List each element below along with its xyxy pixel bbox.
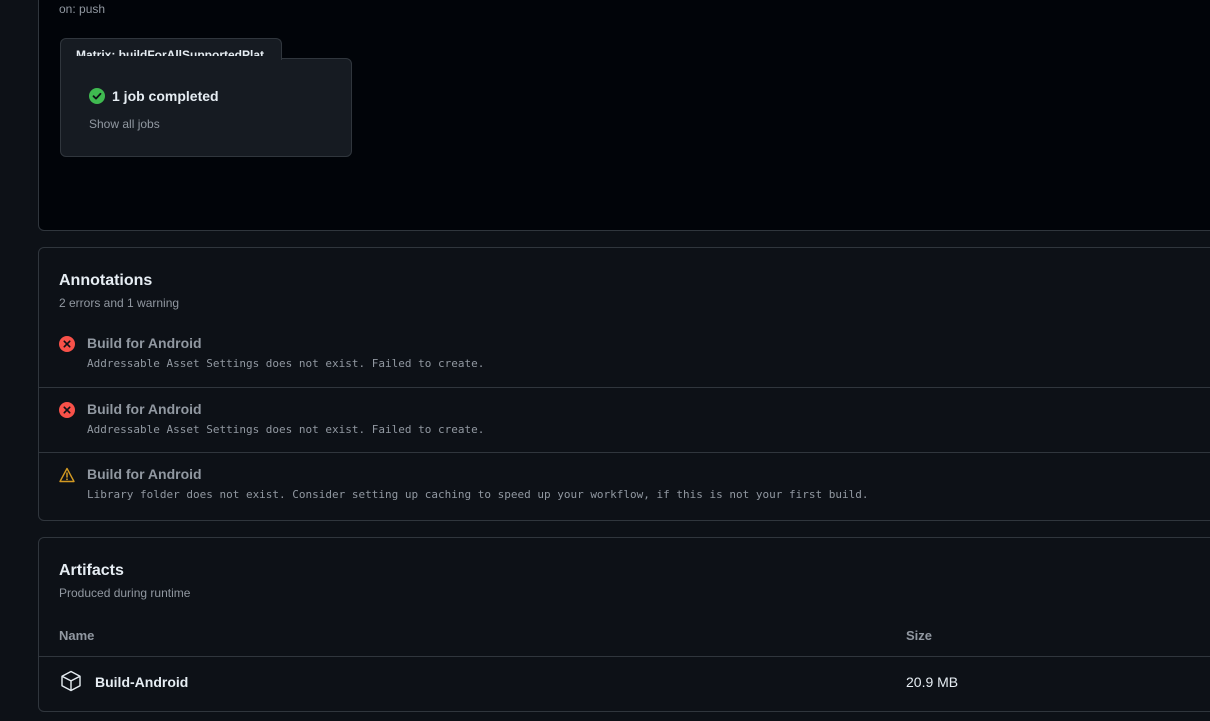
artifacts-title: Artifacts (59, 562, 124, 579)
annotations-subtitle: 2 errors and 1 warning (59, 296, 180, 310)
workflow-graph-panel: on: push 1 job completed Show all jobs M… (38, 0, 1210, 231)
artifact-size: 20.9 MB (906, 674, 959, 690)
column-header-size: Size (906, 628, 933, 643)
table-row[interactable]: Build-Android 20.9 MB (39, 657, 1210, 709)
job-status-label: 1 job completed (112, 88, 219, 104)
annotation-message: Addressable Asset Settings does not exis… (87, 357, 485, 370)
annotation-message: Addressable Asset Settings does not exis… (87, 423, 485, 436)
artifacts-subtitle: Produced during runtime (59, 586, 191, 600)
column-header-name: Name (59, 628, 95, 643)
job-status: 1 job completed (89, 88, 219, 104)
artifact-name-link[interactable]: Build-Android (95, 674, 188, 690)
x-circle-icon (59, 402, 75, 418)
artifacts-table-header: Name Size (39, 620, 1210, 657)
annotation-title[interactable]: Build for Android (87, 466, 202, 482)
annotation-item[interactable]: Build for Android Addressable Asset Sett… (39, 387, 1210, 452)
annotations-section: Annotations 2 errors and 1 warning Build… (38, 247, 1210, 521)
alert-triangle-icon (59, 467, 75, 483)
workflow-trigger: on: push (59, 2, 106, 16)
annotations-title: Annotations (59, 272, 153, 289)
annotation-title[interactable]: Build for Android (87, 335, 202, 351)
annotation-item[interactable]: Build for Android Library folder does no… (39, 452, 1210, 517)
artifacts-section: Artifacts Produced during runtime Name S… (38, 537, 1210, 712)
matrix-job-card[interactable]: 1 job completed Show all jobs (60, 58, 352, 157)
package-icon (61, 670, 81, 692)
x-circle-icon (59, 336, 75, 352)
annotation-item[interactable]: Build for Android Addressable Asset Sett… (39, 322, 1210, 387)
show-all-jobs-link[interactable]: Show all jobs (89, 117, 160, 131)
matrix-tab-joint (61, 56, 281, 60)
annotation-title[interactable]: Build for Android (87, 401, 202, 417)
check-circle-icon (89, 88, 105, 104)
annotation-message: Library folder does not exist. Consider … (87, 488, 869, 501)
